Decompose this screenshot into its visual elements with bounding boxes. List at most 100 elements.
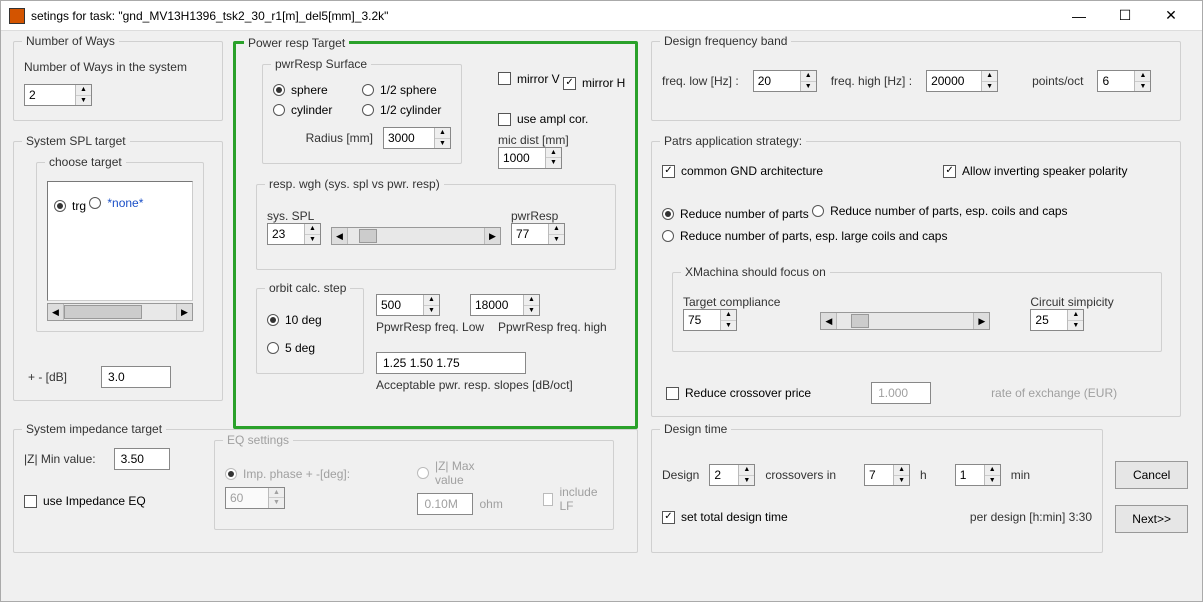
group-pwrresp-surface: pwrResp Surface sphere 1/2 sphere cylind…: [262, 64, 462, 164]
scroll-left[interactable]: ◀: [48, 304, 64, 320]
imp-phase-spin: ▲▼: [225, 487, 285, 509]
points-oct-spin[interactable]: ▲▼: [1097, 70, 1151, 92]
label-h: h: [920, 468, 927, 482]
legend: Power resp Target: [244, 36, 349, 50]
radio-trg[interactable]: trg: [54, 199, 86, 213]
label-num-ways: Number of Ways in the system: [24, 60, 212, 74]
check-use-ampl-cor[interactable]: use ampl cor.: [498, 112, 588, 126]
plusminus-input[interactable]: [101, 366, 171, 388]
pwrresp-spin[interactable]: ▲▼: [511, 223, 565, 245]
client-area: Number of Ways Number of Ways in the sys…: [1, 31, 1202, 601]
group-parts-strategy: Patrs application strategy: ✓common GND …: [651, 141, 1181, 417]
label-ohm: ohm: [479, 497, 502, 511]
group-choose-target: choose target trg *none* ◀ ▶: [36, 162, 204, 332]
check-reduce-price[interactable]: Reduce crossover price: [666, 386, 811, 400]
check-mirror-v[interactable]: mirror V: [498, 72, 560, 86]
window-title: setings for task: "gnd_MV13H1396_tsk2_30…: [31, 9, 1056, 23]
slopes-input[interactable]: [376, 352, 526, 374]
freq-high-spin[interactable]: ▲▼: [926, 70, 998, 92]
titlebar: setings for task: "gnd_MV13H1396_tsk2_30…: [1, 1, 1202, 31]
target-listbox[interactable]: trg *none*: [47, 181, 193, 301]
num-ways-spin[interactable]: ▲▼: [24, 84, 92, 106]
minimize-button[interactable]: —: [1056, 1, 1102, 31]
check-common-gnd[interactable]: ✓common GND architecture: [662, 164, 823, 178]
radius-spin[interactable]: ▲▼: [383, 127, 451, 149]
label-pwrresp: pwrResp: [511, 209, 565, 223]
label-plusminus: + - [dB]: [28, 370, 67, 384]
group-design-time: Design time Design ▲▼ crossovers in ▲▼ h…: [651, 429, 1103, 553]
spin-up[interactable]: ▲: [76, 85, 91, 96]
sysspl-spin[interactable]: ▲▼: [267, 223, 321, 245]
legend: XMachina should focus on: [681, 265, 830, 279]
scroll-right[interactable]: ▶: [176, 304, 192, 320]
spin-down[interactable]: ▼: [76, 96, 91, 106]
group-number-of-ways: Number of Ways Number of Ways in the sys…: [13, 41, 223, 121]
next-button[interactable]: Next>>: [1115, 505, 1188, 533]
radio-sphere[interactable]: sphere: [273, 83, 362, 97]
close-button[interactable]: ✕: [1148, 1, 1194, 31]
respwgh-slider[interactable]: ◀ ▶: [331, 227, 501, 245]
group-xmachina-focus: XMachina should focus on Target complian…: [672, 272, 1162, 352]
radio-10deg[interactable]: 10 deg: [267, 313, 322, 327]
legend: resp. wgh (sys. spl vs pwr. resp): [265, 177, 444, 191]
freq-low-spin[interactable]: ▲▼: [753, 70, 817, 92]
min-spin[interactable]: ▲▼: [955, 464, 1001, 486]
radio-reduce-parts[interactable]: Reduce number of parts: [662, 207, 809, 221]
legend: EQ settings: [223, 433, 293, 447]
radio-imp-phase: Imp. phase + -[deg]:: [225, 467, 350, 481]
radio-reduce-large[interactable]: Reduce number of parts, esp. large coils…: [662, 229, 947, 243]
group-eq-settings: EQ settings Imp. phase + -[deg]: ▲▼ |Z| …: [214, 440, 614, 530]
group-design-freq-band: Design frequency band freq. low [Hz] : ▲…: [651, 41, 1181, 121]
num-ways-input[interactable]: [25, 85, 75, 105]
target-compliance-spin[interactable]: ▲▼: [683, 309, 737, 331]
label-slopes: Acceptable pwr. resp. slopes [dB/oct]: [376, 378, 607, 392]
ppwr-freq-low-spin[interactable]: ▲▼: [376, 294, 440, 316]
check-set-total[interactable]: ✓set total design time: [662, 510, 788, 524]
radio-none[interactable]: *none*: [89, 196, 143, 210]
zmax-input: [417, 493, 473, 515]
radio-5deg[interactable]: 5 deg: [267, 341, 315, 355]
radio-cylinder[interactable]: cylinder: [273, 103, 362, 117]
legend: pwrResp Surface: [271, 57, 371, 71]
hours-spin[interactable]: ▲▼: [864, 464, 910, 486]
rate-input: [871, 382, 931, 404]
legend: Design time: [660, 422, 731, 436]
group-system-spl-target: System SPL target choose target trg *non…: [13, 141, 223, 401]
radio-reduce-coils-caps[interactable]: Reduce number of parts, esp. coils and c…: [812, 204, 1067, 218]
label-freq-low: freq. low [Hz] :: [662, 74, 739, 88]
legend: choose target: [45, 155, 126, 169]
group-power-resp-target: Power resp Target pwrResp Surface sphere…: [233, 41, 638, 429]
label-mic-dist: mic dist [mm]: [498, 133, 635, 147]
legend: System impedance target: [22, 422, 166, 436]
label-per-design: per design [h:min] 3:30: [970, 510, 1092, 524]
focus-slider[interactable]: ◀ ▶: [820, 312, 990, 330]
label-radius: Radius [mm]: [306, 131, 373, 145]
check-use-impedance-eq[interactable]: use Impedance EQ: [24, 494, 146, 508]
label-ppwr-freq-low: PpwrResp freq. Low: [376, 320, 488, 334]
check-allow-invert[interactable]: ✓Allow inverting speaker polarity: [943, 164, 1127, 178]
maximize-button[interactable]: ☐: [1102, 1, 1148, 31]
ppwr-freq-high-spin[interactable]: ▲▼: [470, 294, 540, 316]
label-sysspl: sys. SPL: [267, 209, 321, 223]
legend: Design frequency band: [660, 34, 791, 48]
radio-half-cylinder[interactable]: 1/2 cylinder: [362, 103, 451, 117]
label-rate: rate of exchange (EUR): [991, 386, 1117, 400]
window: setings for task: "gnd_MV13H1396_tsk2_30…: [0, 0, 1203, 602]
legend: orbit calc. step: [265, 281, 350, 295]
label-freq-high: freq. high [Hz] :: [831, 74, 912, 88]
app-icon: [9, 8, 25, 24]
legend: Number of Ways: [22, 34, 119, 48]
legend: System SPL target: [22, 134, 130, 148]
label-ppwr-freq-high: PpwrResp freq. high: [498, 320, 607, 334]
check-mirror-h[interactable]: ✓mirror H: [563, 76, 625, 90]
cancel-button[interactable]: Cancel: [1115, 461, 1188, 489]
check-include-lf: include LF: [543, 485, 603, 513]
zmin-input[interactable]: [114, 448, 170, 470]
radio-half-sphere[interactable]: 1/2 sphere: [362, 83, 451, 97]
mic-dist-spin[interactable]: ▲▼: [498, 147, 562, 169]
listbox-hscroll[interactable]: ◀ ▶: [47, 303, 193, 321]
design-count-spin[interactable]: ▲▼: [709, 464, 755, 486]
circuit-simplicity-spin[interactable]: ▲▼: [1030, 309, 1084, 331]
label-design: Design: [662, 468, 699, 482]
label-target-compliance: Target compliance: [683, 295, 780, 309]
